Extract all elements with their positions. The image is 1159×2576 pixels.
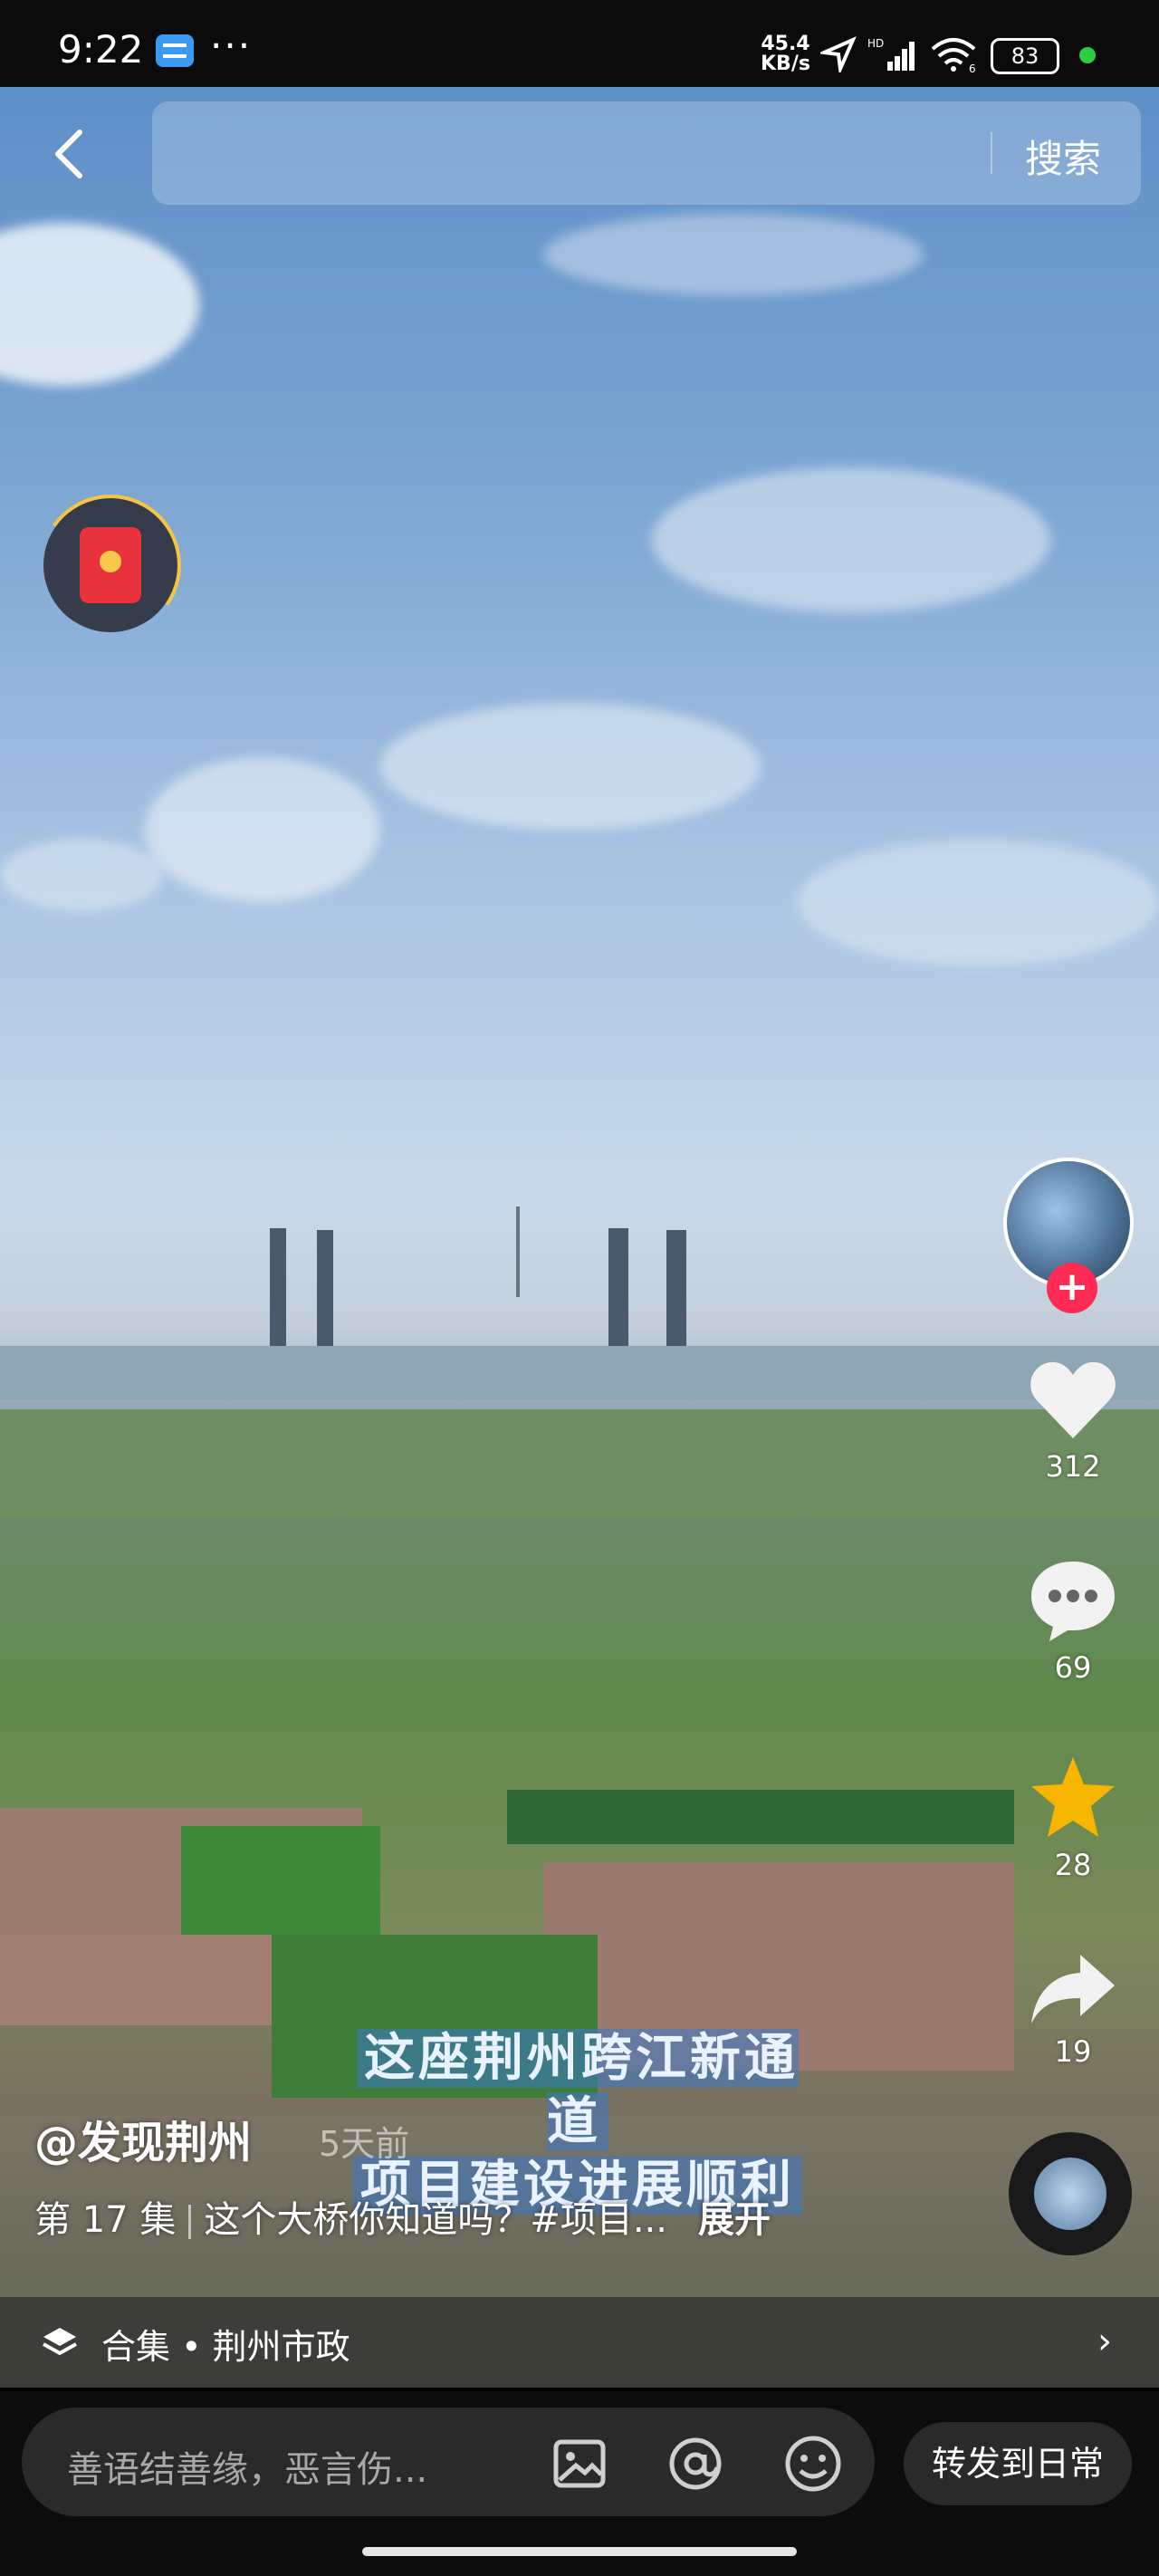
- comment-icon: [1031, 1562, 1115, 1641]
- cloud: [652, 467, 1050, 612]
- cloud: [380, 703, 761, 830]
- location-icon: [820, 36, 857, 72]
- mention-icon[interactable]: [665, 2435, 726, 2493]
- cloud: [0, 839, 163, 911]
- image-icon[interactable]: [551, 2435, 608, 2493]
- forward-to-daily-button[interactable]: 转发到日常: [904, 2422, 1132, 2505]
- search-bar[interactable]: 搜索: [152, 101, 1141, 205]
- message-icon: [156, 34, 194, 67]
- author-name[interactable]: @发现荆州: [34, 2107, 252, 2170]
- layers-icon: [43, 2328, 77, 2356]
- svg-text:HD: HD: [867, 37, 884, 50]
- emoji-icon[interactable]: [782, 2435, 844, 2493]
- heart-icon: [1030, 1361, 1116, 1438]
- wifi-icon: 6: [931, 38, 976, 72]
- share-count: 19: [1054, 2034, 1092, 2069]
- status-time: 9:22: [58, 27, 144, 72]
- star-icon: [1031, 1757, 1115, 1837]
- signal-icon: HD: [867, 37, 915, 71]
- red-envelope-icon: [80, 527, 141, 603]
- cloud: [543, 214, 924, 295]
- video-caption: 这座荆州跨江新通道 项目建设进展顺利: [351, 2027, 804, 2217]
- follow-button[interactable]: +: [1047, 1263, 1097, 1313]
- farmland: [0, 1409, 1159, 1518]
- favorite-button[interactable]: 28: [1023, 1754, 1123, 1882]
- farmland: [507, 1790, 1014, 1844]
- privacy-dot: [1079, 47, 1096, 63]
- svg-text:6: 6: [969, 62, 976, 72]
- power-pylon: [516, 1206, 520, 1297]
- more-notifications-icon: ···: [210, 24, 253, 68]
- cloud: [797, 839, 1159, 966]
- like-button[interactable]: 312: [1023, 1359, 1123, 1484]
- like-count: 312: [1045, 1449, 1101, 1484]
- cloud: [145, 757, 380, 902]
- comment-count: 69: [1054, 1650, 1092, 1685]
- divider: [188, 2205, 192, 2239]
- network-speed: 45.4 KB/s: [761, 33, 810, 75]
- home-indicator[interactable]: [362, 2547, 797, 2556]
- bridge-pier: [270, 1228, 286, 1355]
- river: [0, 1346, 1159, 1400]
- chevron-right-icon: ›: [1097, 2321, 1112, 2362]
- bottom-bar: 善语结善缘，恶言伤... 转发到日常: [0, 2391, 1159, 2576]
- comment-placeholder: 善语结善缘，恶言伤...: [67, 2449, 428, 2491]
- comment-button[interactable]: 69: [1023, 1556, 1123, 1685]
- music-disc[interactable]: [1009, 2132, 1132, 2255]
- back-button[interactable]: [47, 127, 92, 181]
- cloud: [0, 223, 199, 386]
- battery-indicator: 83: [991, 38, 1059, 74]
- red-envelope-button[interactable]: [28, 483, 193, 648]
- farmland: [0, 1935, 308, 2025]
- favorite-count: 28: [1054, 1848, 1092, 1882]
- post-description: 第 17 集这个大桥你知道吗？#项目... 展开: [34, 2190, 771, 2243]
- share-button[interactable]: 19: [1023, 1951, 1123, 2069]
- collection-bar[interactable]: 合集 • 荆州市政 ›: [0, 2297, 1159, 2388]
- post-time: 5天前: [319, 2124, 410, 2164]
- music-cover: [1034, 2158, 1106, 2230]
- episode-label[interactable]: 第 17 集: [34, 2199, 176, 2241]
- comment-input[interactable]: 善语结善缘，恶言伤...: [22, 2408, 875, 2516]
- description-text: 这个大桥你知道吗？#项目...: [204, 2199, 667, 2241]
- search-divider: [991, 132, 992, 174]
- share-arrow-icon: [1031, 1955, 1115, 2023]
- search-button[interactable]: 搜索: [1025, 129, 1101, 184]
- expand-link[interactable]: 展开: [698, 2199, 771, 2241]
- bridge-pier: [317, 1230, 333, 1355]
- collection-label: 合集 • 荆州市政: [101, 2327, 350, 2367]
